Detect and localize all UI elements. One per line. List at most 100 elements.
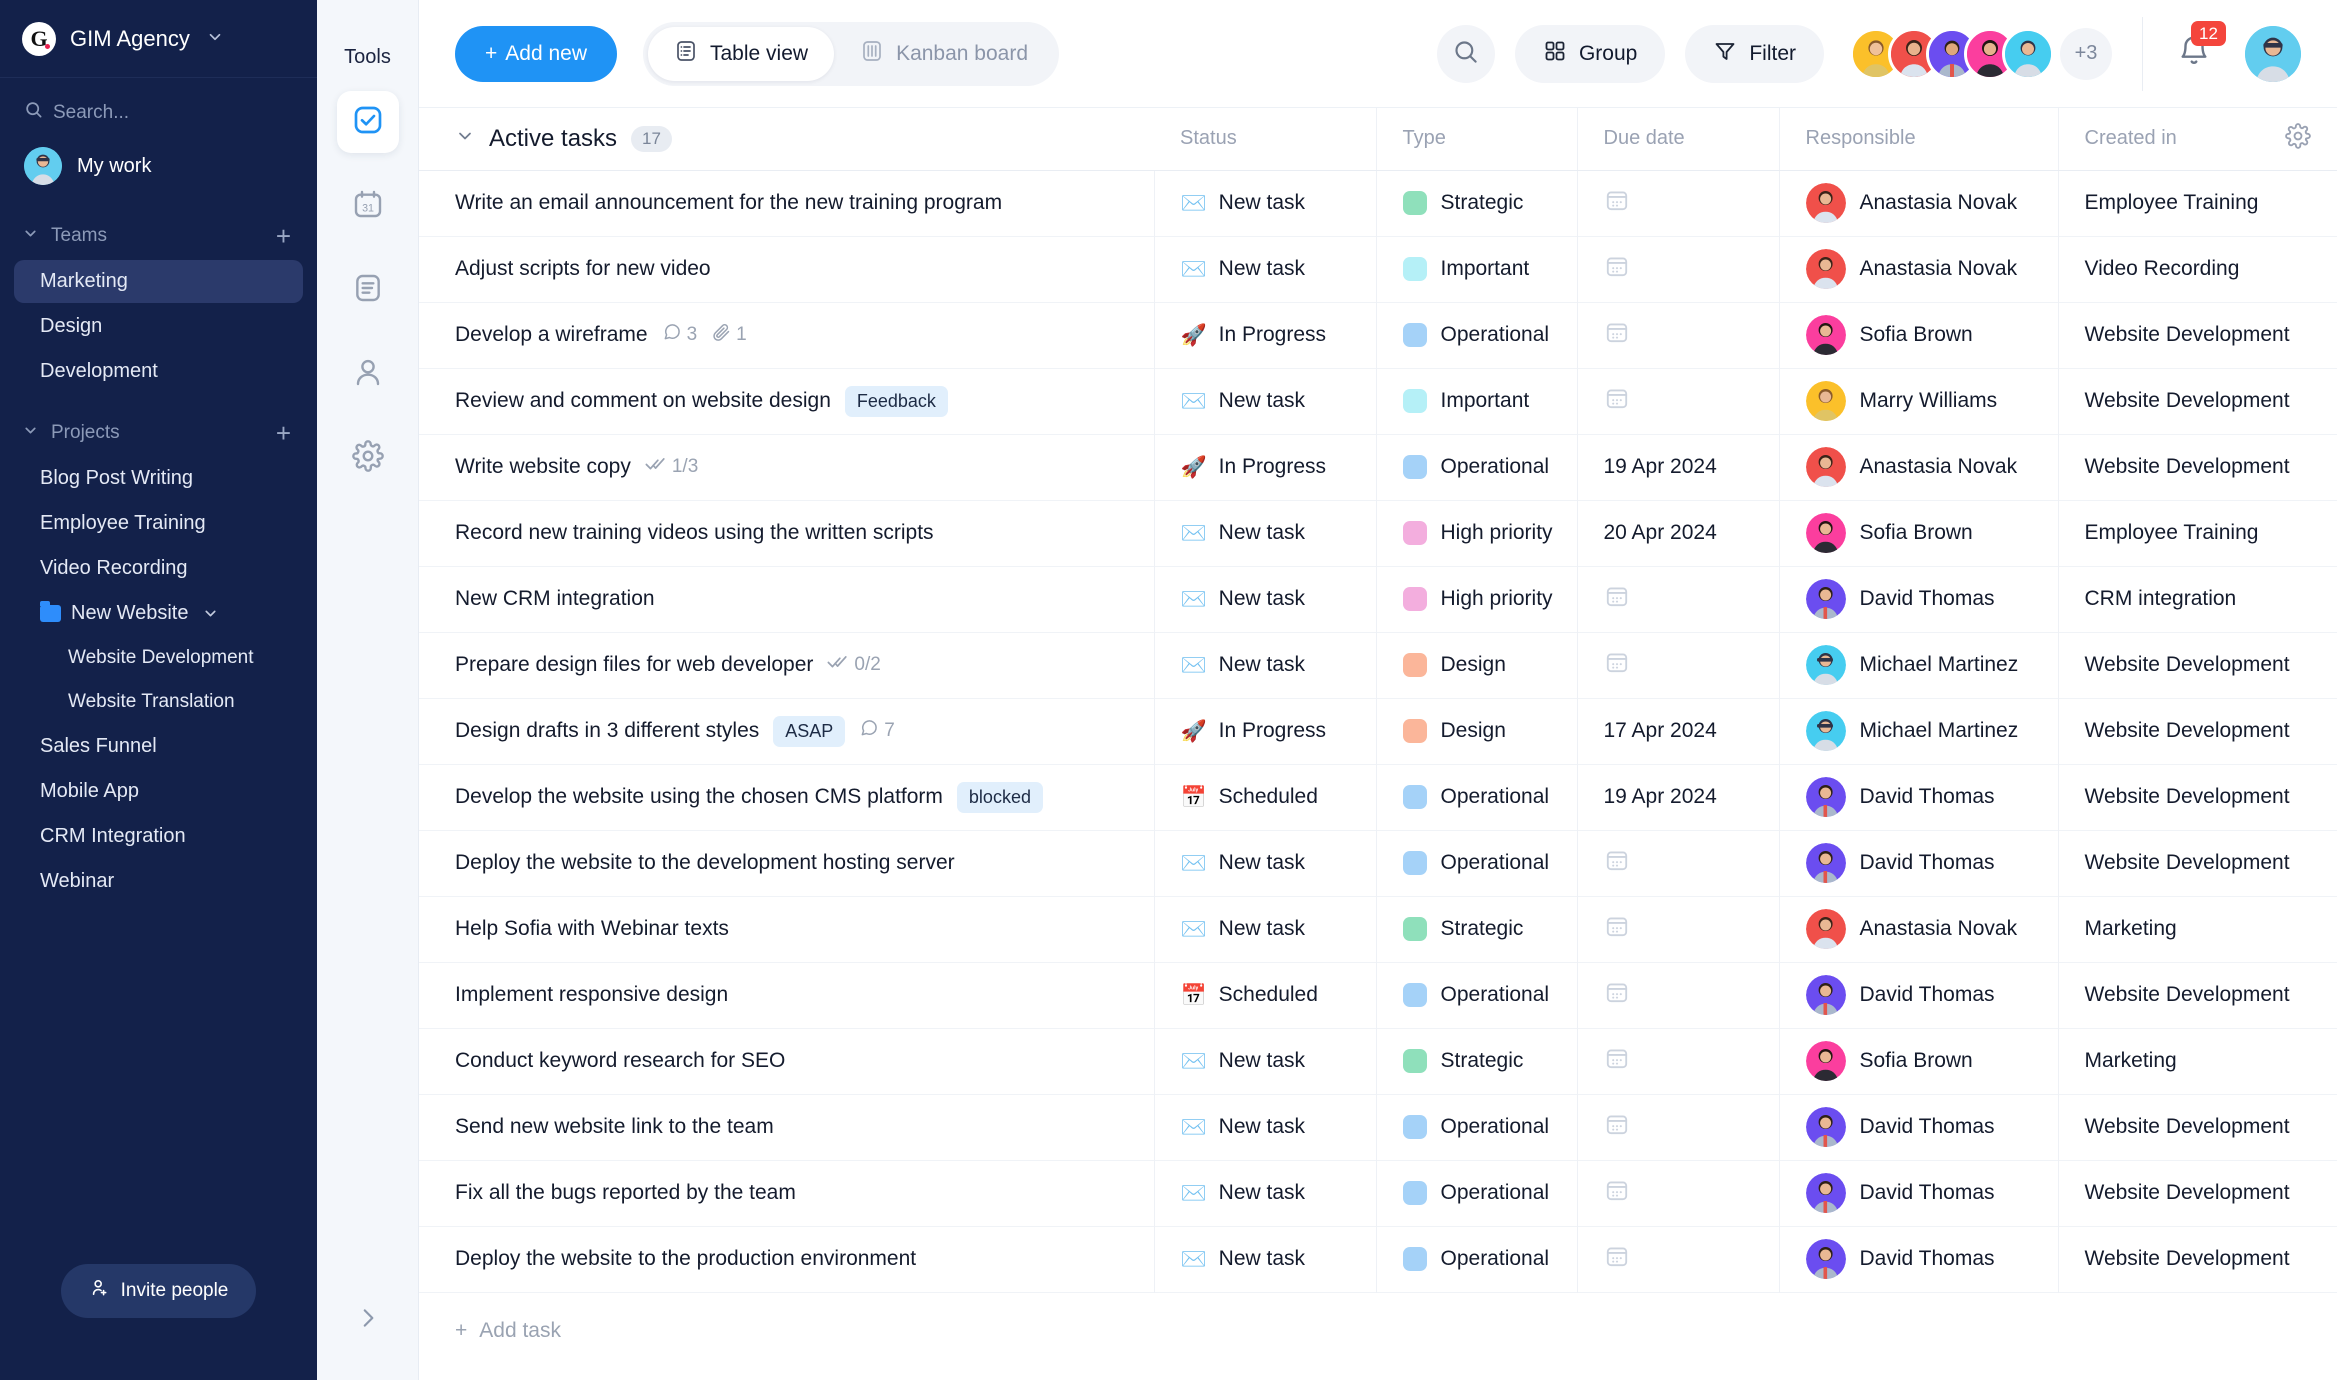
cell-responsible[interactable]: David Thomas: [1779, 1094, 2059, 1160]
table-row[interactable]: Deploy the website to the development ho…: [419, 830, 2337, 896]
cell-due-date[interactable]: [1577, 830, 1780, 896]
cell-type[interactable]: Strategic: [1376, 896, 1578, 962]
cell-due-date[interactable]: [1577, 962, 1780, 1028]
cell-status[interactable]: ✉️ New task: [1154, 566, 1377, 632]
tool-calendar-button[interactable]: 31: [337, 175, 399, 237]
cell-task-name[interactable]: Adjust scripts for new video: [419, 236, 1155, 302]
cell-responsible[interactable]: Marry Williams: [1779, 368, 2059, 434]
calendar-icon[interactable]: [1604, 1177, 1630, 1209]
cell-type[interactable]: Design: [1376, 632, 1578, 698]
sidebar-item-my-work[interactable]: My work: [0, 135, 317, 197]
cell-status[interactable]: 🚀 In Progress: [1154, 434, 1377, 500]
cell-responsible[interactable]: Sofia Brown: [1779, 302, 2059, 368]
expand-panel-button[interactable]: [355, 1305, 381, 1336]
sidebar-item-design[interactable]: Design: [14, 305, 303, 348]
cell-status[interactable]: ✉️ New task: [1154, 236, 1377, 302]
tasks-table-container[interactable]: Active tasks 17 Status Type Due date Res…: [419, 108, 2337, 1380]
cell-created-in[interactable]: Website Development: [2058, 764, 2337, 830]
cell-responsible[interactable]: Anastasia Novak: [1779, 236, 2059, 302]
table-row[interactable]: Prepare design files for web developer 0/…: [419, 632, 2337, 698]
cell-task-name[interactable]: New CRM integration: [419, 566, 1155, 632]
cell-task-name[interactable]: Prepare design files for web developer 0/…: [419, 632, 1155, 698]
chevron-down-icon[interactable]: [202, 605, 219, 622]
add-new-button[interactable]: + Add new: [455, 25, 617, 82]
cell-created-in[interactable]: Marketing: [2058, 896, 2337, 962]
cell-due-date[interactable]: 20 Apr 2024: [1577, 500, 1780, 566]
cell-responsible[interactable]: Anastasia Novak: [1779, 896, 2059, 962]
cell-task-name[interactable]: Design drafts in 3 different styles ASAP 7: [419, 698, 1155, 764]
cell-responsible[interactable]: David Thomas: [1779, 962, 2059, 1028]
table-row[interactable]: Implement responsive design 📅 Scheduled Ope…: [419, 962, 2337, 1028]
table-row[interactable]: Deploy the website to the production env…: [419, 1226, 2337, 1292]
calendar-icon[interactable]: [1604, 583, 1630, 615]
column-header-responsible[interactable]: Responsible: [1779, 108, 2059, 171]
cell-created-in[interactable]: Website Development: [2058, 1094, 2337, 1160]
column-header-status[interactable]: Status: [1154, 108, 1377, 171]
cell-created-in[interactable]: Video Recording: [2058, 236, 2337, 302]
cell-task-name[interactable]: Write an email announcement for the new …: [419, 170, 1155, 236]
cell-created-in[interactable]: Website Development: [2058, 1160, 2337, 1226]
cell-due-date[interactable]: 17 Apr 2024: [1577, 698, 1780, 764]
cell-due-date[interactable]: [1577, 1160, 1780, 1226]
cell-status[interactable]: ✉️ New task: [1154, 1160, 1377, 1226]
cell-type[interactable]: Operational: [1376, 434, 1578, 500]
tab-table-view[interactable]: Table view: [648, 26, 835, 81]
cell-due-date[interactable]: [1577, 896, 1780, 962]
notifications-button[interactable]: 12: [2177, 21, 2226, 73]
cell-responsible[interactable]: David Thomas: [1779, 1160, 2059, 1226]
cell-created-in[interactable]: CRM integration: [2058, 566, 2337, 632]
cell-created-in[interactable]: Website Development: [2058, 698, 2337, 764]
task-tag[interactable]: blocked: [956, 781, 1043, 813]
cell-type[interactable]: Strategic: [1376, 170, 1578, 236]
column-header-type[interactable]: Type: [1376, 108, 1578, 171]
cell-status[interactable]: ✉️ New task: [1154, 632, 1377, 698]
cell-type[interactable]: High priority: [1376, 500, 1578, 566]
cell-due-date[interactable]: [1577, 170, 1780, 236]
cell-created-in[interactable]: Employee Training: [2058, 170, 2337, 236]
cell-status[interactable]: 🚀 In Progress: [1154, 698, 1377, 764]
cell-responsible[interactable]: David Thomas: [1779, 1226, 2059, 1292]
tab-kanban-board[interactable]: Kanban board: [834, 27, 1054, 81]
calendar-icon[interactable]: [1604, 913, 1630, 945]
cell-created-in[interactable]: Website Development: [2058, 1226, 2337, 1292]
calendar-icon[interactable]: [1604, 847, 1630, 879]
cell-created-in[interactable]: Website Development: [2058, 830, 2337, 896]
cell-due-date[interactable]: 19 Apr 2024: [1577, 434, 1780, 500]
sidebar-item-employee-training[interactable]: Employee Training: [14, 502, 303, 545]
cell-type[interactable]: Important: [1376, 236, 1578, 302]
calendar-icon[interactable]: [1604, 385, 1630, 417]
cell-responsible[interactable]: David Thomas: [1779, 566, 2059, 632]
cell-status[interactable]: ✉️ New task: [1154, 1226, 1377, 1292]
cell-created-in[interactable]: Website Development: [2058, 962, 2337, 1028]
cell-type[interactable]: Operational: [1376, 1094, 1578, 1160]
table-row[interactable]: Send new website link to the team ✉️ New t…: [419, 1094, 2337, 1160]
member-avatar-stack[interactable]: +3: [1850, 27, 2112, 80]
cell-created-in[interactable]: Website Development: [2058, 368, 2337, 434]
cell-task-name[interactable]: Send new website link to the team: [419, 1094, 1155, 1160]
cell-responsible[interactable]: David Thomas: [1779, 830, 2059, 896]
task-tag[interactable]: Feedback: [844, 385, 948, 417]
workspace-switcher[interactable]: G GIM Agency: [0, 0, 317, 78]
cell-type[interactable]: Operational: [1376, 830, 1578, 896]
search-button[interactable]: [1436, 24, 1495, 83]
cell-due-date[interactable]: [1577, 566, 1780, 632]
calendar-icon[interactable]: [1604, 187, 1630, 219]
cell-status[interactable]: 🚀 In Progress: [1154, 302, 1377, 368]
cell-due-date[interactable]: [1577, 1226, 1780, 1292]
table-row[interactable]: Record new training videos using the wri…: [419, 500, 2337, 566]
avatar-overflow-count[interactable]: +3: [2060, 27, 2112, 80]
cell-task-name[interactable]: Record new training videos using the wri…: [419, 500, 1155, 566]
sidebar-search[interactable]: Search...: [0, 78, 317, 135]
cell-responsible[interactable]: Sofia Brown: [1779, 1028, 2059, 1094]
cell-status[interactable]: ✉️ New task: [1154, 170, 1377, 236]
table-row[interactable]: Write an email announcement for the new …: [419, 170, 2337, 236]
tool-documents-button[interactable]: [337, 259, 399, 321]
add-team-button[interactable]: +: [276, 223, 291, 249]
sidebar-section-projects[interactable]: Projects +: [0, 394, 317, 456]
sidebar-item-website-development[interactable]: Website Development: [14, 637, 303, 679]
cell-due-date[interactable]: [1577, 1094, 1780, 1160]
cell-task-name[interactable]: Conduct keyword research for SEO: [419, 1028, 1155, 1094]
table-row[interactable]: Write website copy 1/3 🚀 In Progress Operati…: [419, 434, 2337, 500]
cell-type[interactable]: Strategic: [1376, 1028, 1578, 1094]
cell-type[interactable]: Design: [1376, 698, 1578, 764]
